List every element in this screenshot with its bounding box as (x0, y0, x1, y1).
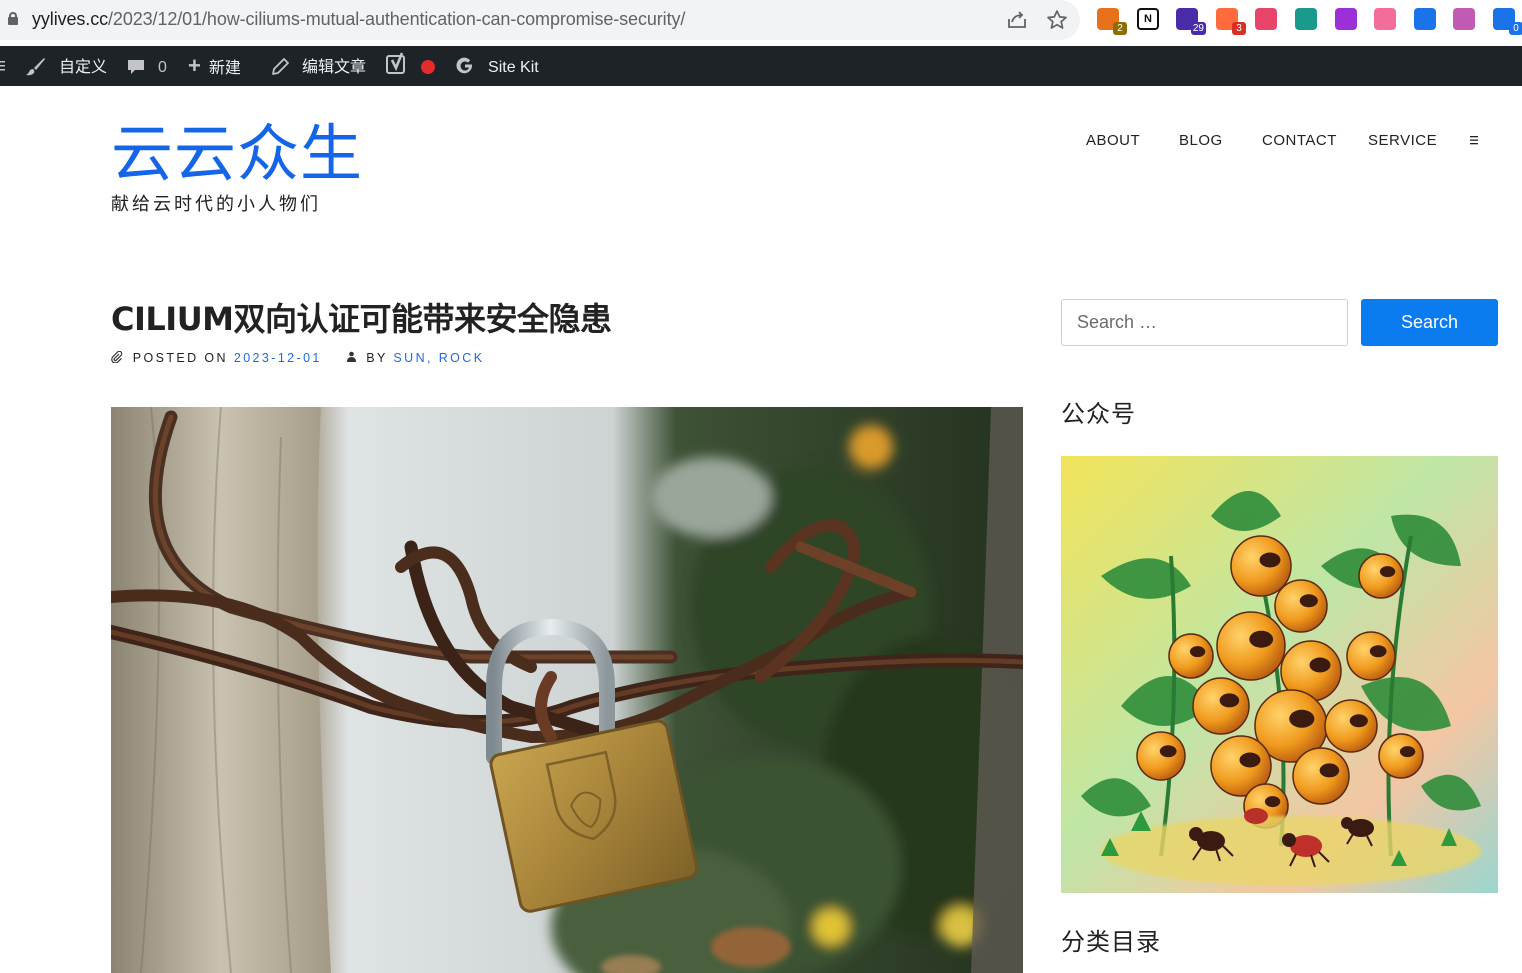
google-g-icon (455, 56, 480, 76)
search-input[interactable] (1061, 299, 1348, 346)
art-beetle-spot (1349, 714, 1368, 728)
comment-bubble-icon (127, 56, 150, 76)
art-beetle-spot (1249, 630, 1274, 648)
sync-extension[interactable]: 0 (1493, 8, 1522, 35)
paintbrush-icon (26, 56, 51, 76)
new-content-link[interactable]: + 新建 (188, 46, 241, 86)
post-meta: POSTED ON 2023-12-01 BY SUN, ROCK (111, 350, 484, 365)
site-title[interactable]: 云云众生 (111, 120, 363, 188)
post-date-link[interactable]: 2023-12-01 (234, 351, 322, 365)
url-text[interactable]: yylives.cc/2023/12/01/how-ciliums-mutual… (32, 9, 685, 30)
lock-icon[interactable] (8, 12, 18, 25)
nav-blog[interactable]: BLOG (1179, 132, 1223, 149)
art-beetle-shape (1358, 553, 1404, 599)
colorful-circle-extension[interactable]: 2 (1097, 8, 1127, 35)
art-beetle-shape (1230, 535, 1292, 597)
teal-pattern-extension[interactable] (1295, 8, 1317, 30)
art-beetle-shape (1274, 579, 1328, 633)
browser-toolbar: yylives.cc/2023/12/01/how-ciliums-mutual… (0, 0, 1522, 40)
user-icon (346, 351, 363, 365)
widget-title-categories: 分类目录 (1061, 928, 1161, 956)
nav-about[interactable]: ABOUT (1086, 132, 1140, 149)
pencil-icon (271, 56, 294, 76)
paperclip-icon (111, 350, 129, 365)
site-kit-link[interactable]: Site Kit (455, 46, 539, 86)
art-beetle-shape (1192, 677, 1250, 735)
plus-icon: + (188, 53, 201, 78)
art-beetle-spot (1159, 745, 1177, 758)
art-beetle-spot (1289, 709, 1315, 728)
share-icon[interactable] (1006, 9, 1028, 37)
customize-link[interactable]: 自定义 (26, 46, 107, 86)
edit-post-link[interactable]: 编辑文章 (271, 46, 366, 86)
orange-dots-extension-badge: 3 (1232, 22, 1246, 35)
post-title: CILIUM双向认证可能带来安全隐患 (111, 300, 612, 338)
nav-service[interactable]: SERVICE (1368, 132, 1437, 149)
yoast-seo-icon[interactable] (386, 46, 408, 86)
art-beetle-spot (1319, 763, 1340, 778)
openai-extension[interactable] (1453, 8, 1475, 30)
art-beetle-spot (1219, 693, 1240, 708)
art-beetle-spot (1299, 594, 1318, 608)
art-beetle-spot (1399, 746, 1416, 758)
nav-contact[interactable]: CONTACT (1262, 132, 1337, 149)
art-beetle-shape (1378, 733, 1424, 779)
address-bar[interactable]: yylives.cc/2023/12/01/how-ciliums-mutual… (0, 0, 1080, 40)
blue-arrow-extension[interactable] (1414, 8, 1436, 30)
art-beetle-shape (1168, 633, 1214, 679)
site-tagline: 献给云时代的小人物们 (111, 194, 321, 215)
sync-extension-badge: 0 (1509, 22, 1522, 35)
art-beetle-shape (1136, 731, 1186, 781)
art-beetle-shape (1216, 611, 1286, 681)
graduation-cap-extension-badge: 29 (1190, 22, 1206, 35)
art-beetle-spot (1369, 645, 1387, 658)
purple-circle-extension[interactable] (1335, 8, 1357, 30)
translate-extension[interactable] (1255, 8, 1277, 30)
graduation-cap-extension[interactable]: 29 (1176, 8, 1206, 35)
wechat-promo-image[interactable] (1061, 456, 1498, 893)
notion-extension[interactable]: N (1137, 8, 1159, 30)
art-beetle-spot (1264, 796, 1281, 808)
widget-title-wechat: 公众号 (1061, 400, 1136, 428)
admin-menu-icon[interactable] (0, 46, 8, 86)
weather-extension[interactable] (1374, 8, 1396, 30)
art-beetle-spot (1379, 566, 1396, 578)
seo-status-dot[interactable] (421, 60, 435, 74)
orange-dots-extension[interactable]: 3 (1216, 8, 1246, 35)
art-beetle-spot (1189, 646, 1206, 658)
art-beetle-spot (1309, 657, 1331, 673)
colorful-circle-extension-badge: 2 (1113, 22, 1127, 35)
bookmark-star-icon[interactable] (1046, 9, 1068, 37)
featured-image (111, 407, 1023, 973)
art-beetle-shape (1324, 699, 1378, 753)
art-beetle-shape (1292, 747, 1350, 805)
post-author-link[interactable]: SUN, ROCK (393, 351, 484, 365)
art-beetle-spot (1259, 552, 1281, 568)
art-beetle-shape (1346, 631, 1396, 681)
menu-toggle-icon[interactable] (1469, 133, 1479, 150)
wp-admin-bar: 自定义 0 + 新建 编辑文章 Site Kit (0, 46, 1522, 86)
art-beetle-spot (1239, 752, 1261, 768)
comments-link[interactable]: 0 (127, 46, 167, 86)
search-button[interactable]: Search (1361, 299, 1498, 346)
